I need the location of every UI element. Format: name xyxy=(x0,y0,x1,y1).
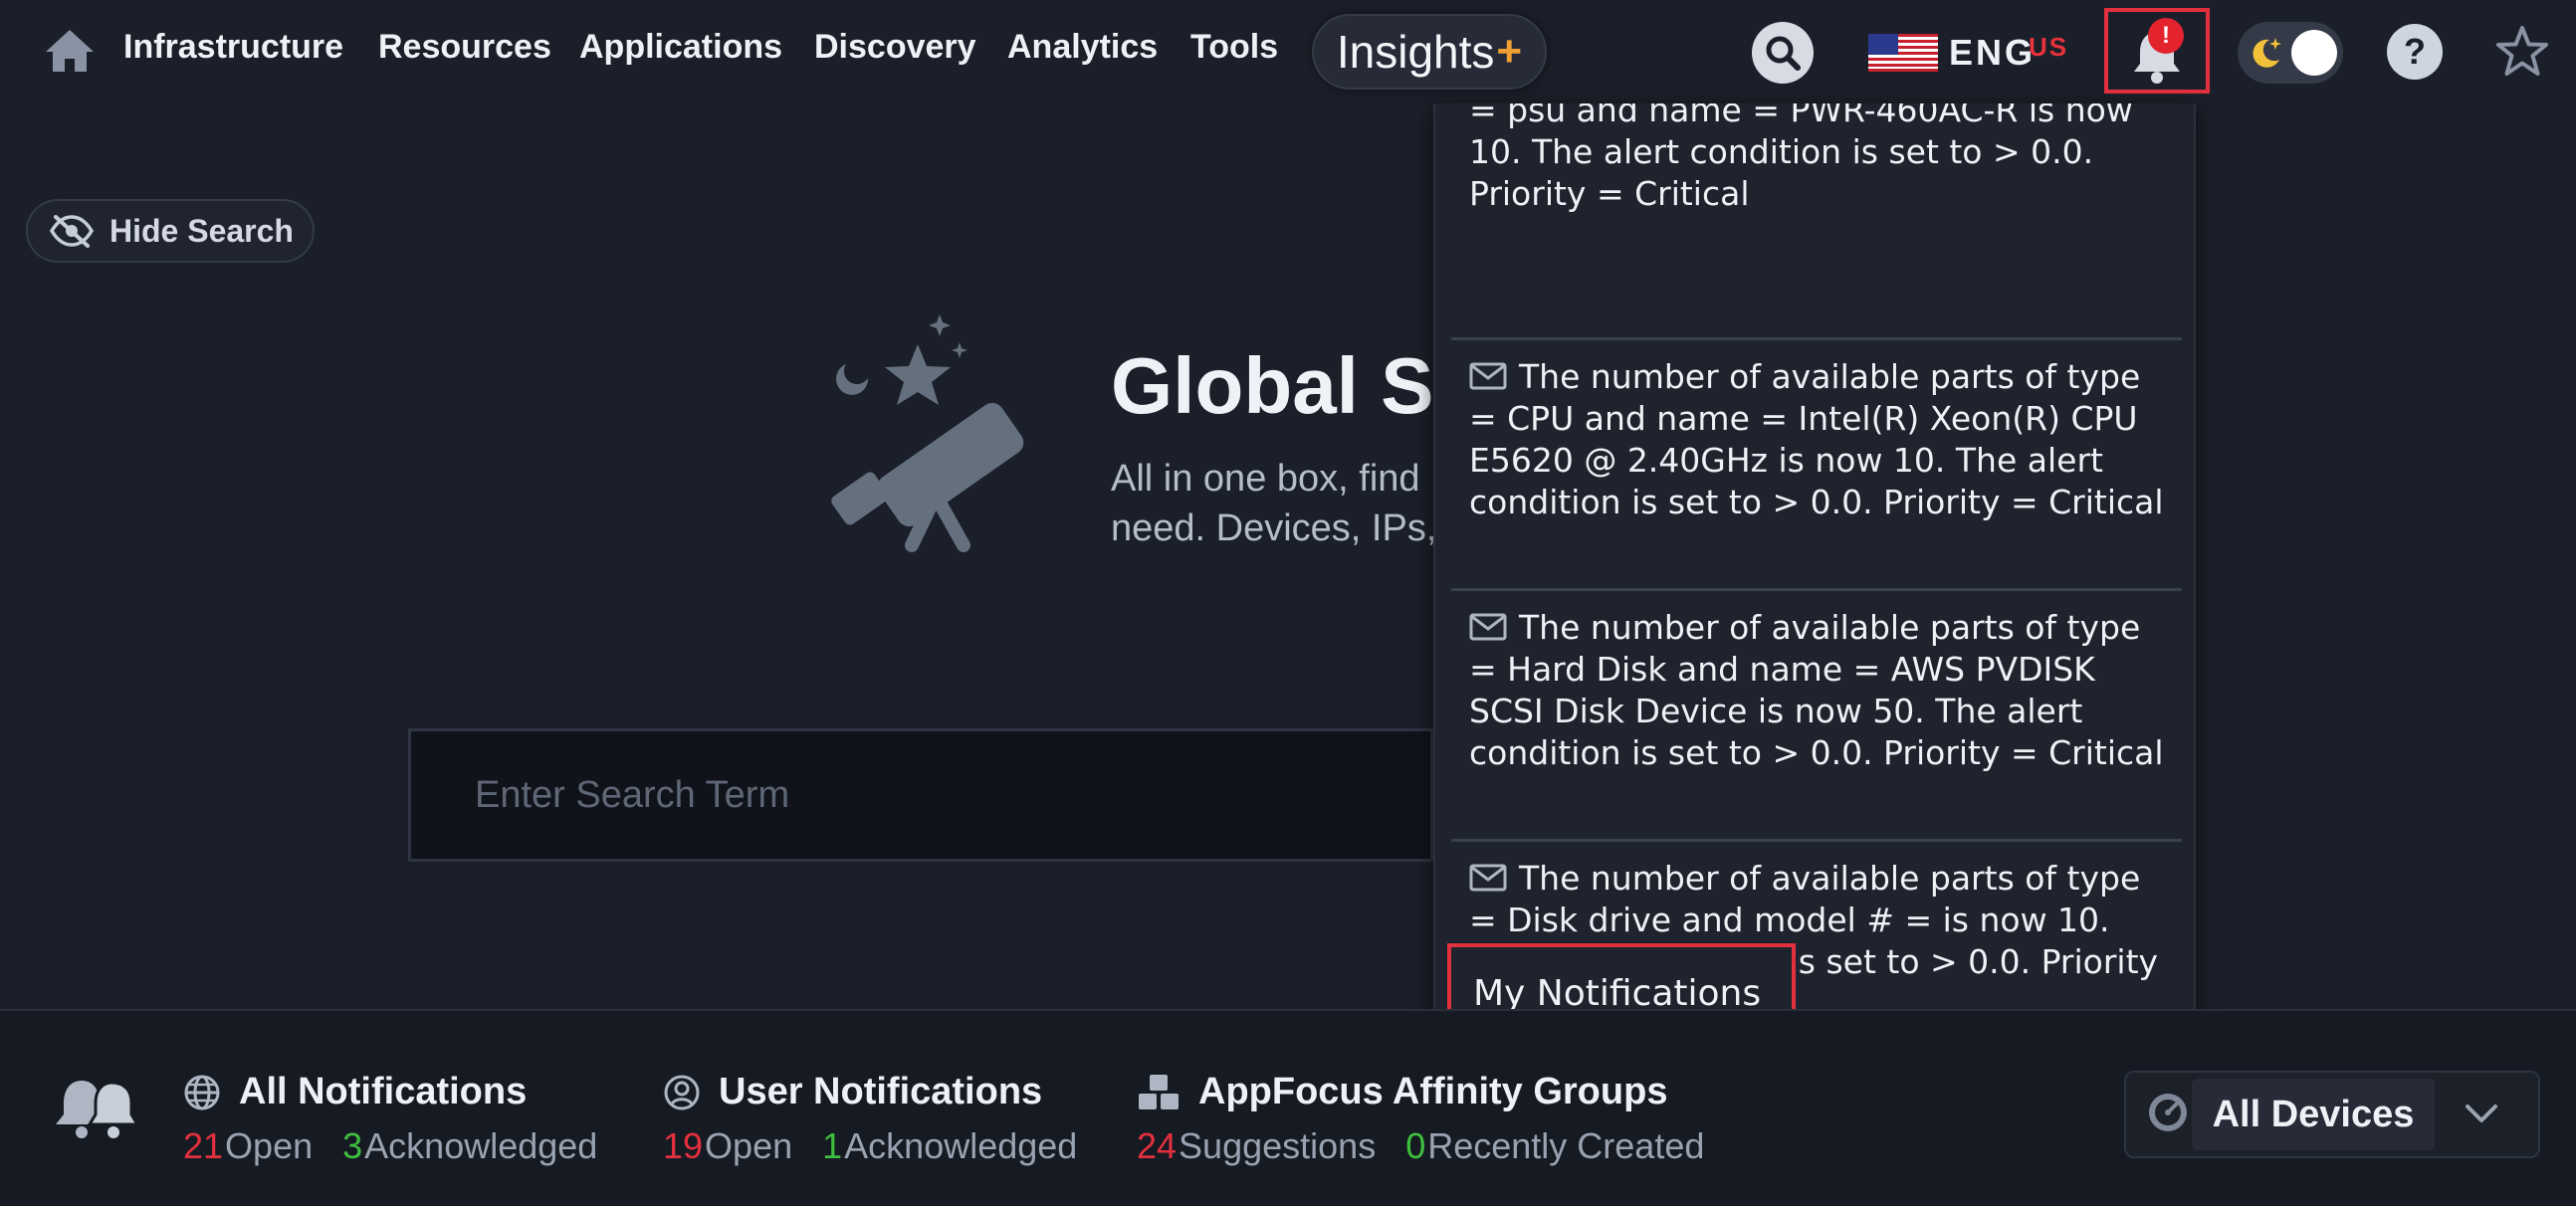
notification-item[interactable]: The number of available parts of type = … xyxy=(1451,591,2182,842)
nav-resources[interactable]: Resources xyxy=(378,28,551,67)
nav-analytics[interactable]: Analytics xyxy=(1007,28,1158,67)
user-notifications-summary[interactable]: User Notifications 19Open 1Acknowledged xyxy=(663,1071,1107,1167)
notification-text: The number of available parts of type = … xyxy=(1469,357,2164,521)
global-search-subtitle: All in one box, find need. Devices, IPs, xyxy=(1111,454,1439,553)
eye-slash-icon xyxy=(50,215,94,248)
user-ack-label[interactable]: Acknowledged xyxy=(844,1125,1077,1166)
toggle-knob xyxy=(2291,30,2337,76)
all-open-count: 21 xyxy=(183,1125,224,1166)
insights-label: Insights xyxy=(1336,26,1495,78)
hide-search-button[interactable]: Hide Search xyxy=(26,199,315,263)
nav-applications[interactable]: Applications xyxy=(579,28,782,67)
global-search-title: Global Se xyxy=(1111,341,1478,430)
user-notifications-title: User Notifications xyxy=(719,1071,1043,1112)
notification-item[interactable]: The number of available parts of type = … xyxy=(1451,340,2182,591)
all-ack-label[interactable]: Acknowledged xyxy=(364,1125,597,1166)
chevron-down-icon xyxy=(2466,1105,2497,1122)
insights-button[interactable]: Insights + xyxy=(1312,14,1547,90)
user-circle-icon xyxy=(664,1075,700,1109)
region-label: US xyxy=(2029,32,2069,62)
language-label[interactable]: ENG xyxy=(1949,32,2036,74)
mail-icon xyxy=(1469,362,1507,390)
notification-text: The number of available parts of type = … xyxy=(1469,608,2164,772)
insights-plus: + xyxy=(1496,27,1523,76)
all-notifications-summary[interactable]: All Notifications 21Open 3Acknowledged xyxy=(183,1071,627,1167)
us-flag-icon[interactable] xyxy=(1868,34,1938,72)
search-input[interactable] xyxy=(408,728,1433,862)
user-ack-count: 1 xyxy=(822,1125,843,1166)
hide-search-label: Hide Search xyxy=(109,212,294,249)
subtitle-line-1: All in one box, find xyxy=(1111,458,1420,500)
mail-icon xyxy=(1469,864,1507,892)
cubes-icon xyxy=(1139,1074,1179,1109)
gauge-icon xyxy=(2149,1094,2187,1131)
search-icon xyxy=(1766,36,1801,71)
device-scope-value: All Devices xyxy=(2192,1079,2435,1150)
all-notifications-title: All Notifications xyxy=(239,1071,528,1112)
appfocus-suggestions-label[interactable]: Suggestions xyxy=(1179,1125,1376,1166)
notification-item[interactable]: = psu and name = PWR-460AC-R is now 10. … xyxy=(1451,103,2182,340)
notification-text: = psu and name = PWR-460AC-R is now 10. … xyxy=(1469,103,2133,213)
notifications-dropdown: = psu and name = PWR-460AC-R is now 10. … xyxy=(1433,103,2196,1041)
global-search-button[interactable] xyxy=(1752,22,1814,84)
home-icon[interactable] xyxy=(42,26,98,76)
bells-icon xyxy=(56,1081,140,1138)
all-ack-count: 3 xyxy=(342,1125,363,1166)
user-open-label[interactable]: Open xyxy=(705,1125,792,1166)
subtitle-line-2: need. Devices, IPs, xyxy=(1111,507,1437,549)
theme-toggle[interactable] xyxy=(2238,22,2343,84)
appfocus-created-count: 0 xyxy=(1405,1125,1426,1166)
user-open-count: 19 xyxy=(663,1125,704,1166)
nav-discovery[interactable]: Discovery xyxy=(814,28,976,67)
telescope-icon xyxy=(831,314,1024,552)
mail-icon xyxy=(1469,613,1507,641)
top-navbar: Infrastructure Resources Applications Di… xyxy=(0,0,2576,103)
nav-infrastructure[interactable]: Infrastructure xyxy=(123,28,343,67)
device-scope-select[interactable]: All Devices xyxy=(2124,1071,2540,1158)
appfocus-title: AppFocus Affinity Groups xyxy=(1198,1071,1668,1112)
appfocus-suggestions-count: 24 xyxy=(1137,1125,1178,1166)
appfocus-created-label[interactable]: Recently Created xyxy=(1427,1125,1704,1166)
appfocus-summary[interactable]: AppFocus Affinity Groups 24Suggestions 0R… xyxy=(1137,1071,1734,1167)
globe-icon xyxy=(184,1075,220,1109)
star-icon[interactable] xyxy=(2494,24,2550,80)
help-button[interactable]: ? xyxy=(2387,24,2443,80)
notification-badge: ! xyxy=(2148,18,2184,54)
moon-icon xyxy=(2253,38,2281,68)
all-open-label[interactable]: Open xyxy=(225,1125,313,1166)
nav-tools[interactable]: Tools xyxy=(1190,28,1278,67)
